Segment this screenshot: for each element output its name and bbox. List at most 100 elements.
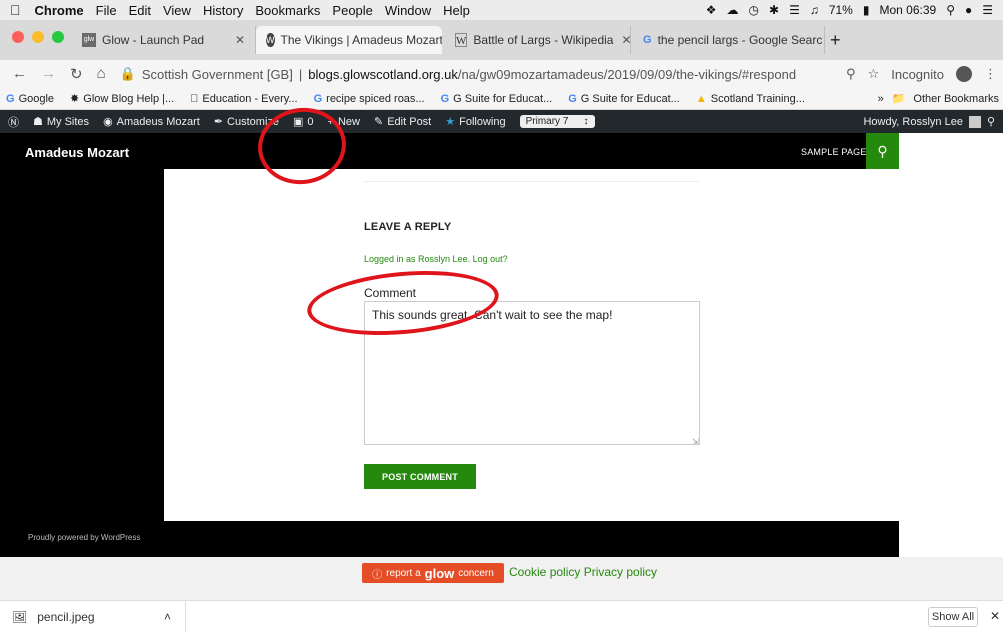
bluetooth-icon[interactable]: ✱ [769,3,779,17]
search-icon[interactable]: ⚲ [987,115,995,128]
bookmark-scotland-training[interactable]: ▲ Scotland Training... [696,93,805,105]
class-select[interactable]: Primary 7 ↕ [519,115,595,128]
resize-handle-icon[interactable]: ⇲ [692,437,699,446]
comments-menu[interactable]: ▣ 0 [293,115,314,129]
menu-people[interactable]: People [332,3,372,18]
menu-edit[interactable]: Edit [129,3,151,18]
siri-icon[interactable]: ● [965,3,972,17]
menu-window[interactable]: Window [385,3,431,18]
bookmark-star-icon[interactable]: ☆ [868,66,880,82]
bookmark-google[interactable]: G Google [6,93,54,105]
divider [364,181,699,182]
customize-menu[interactable]: ✒ Customize [213,115,279,129]
cloud-icon[interactable]: ☁ [727,3,739,17]
menu-history[interactable]: History [203,3,243,18]
report-concern-button[interactable]: ⓘ report a glow concern [362,563,504,583]
bookmark-gsuite-2[interactable]: GG Suite for Educat... [568,93,680,105]
avatar [968,115,981,128]
glow-help-icon: ✸ [70,93,80,105]
tab-close-icon[interactable]: ✕ [613,33,630,47]
app-menu-chrome[interactable]: Chrome [35,3,84,18]
site-search-button[interactable]: ⚲ [866,133,899,169]
post-comment-button[interactable]: POST COMMENT [364,464,476,489]
menu-help[interactable]: Help [443,3,470,18]
bookmark-gsuite-1[interactable]: GG Suite for Educat... [441,93,553,105]
minimize-window-button[interactable] [32,31,44,43]
tab-label: the pencil largs - Google Searc [657,33,823,47]
tab-glow-launch-pad[interactable]: glw Glow - Launch Pad ✕ [72,26,256,54]
menu-file[interactable]: File [96,3,117,18]
notification-center-icon[interactable]: ☰ [982,3,993,17]
glow-favicon-icon: glw [82,33,96,47]
following-menu[interactable]: ★ Following [445,115,505,129]
new-tab-plus-icon[interactable]: + [830,30,841,51]
tab-google-search[interactable]: G the pencil largs - Google Searc ✕ [633,26,825,54]
user-menu[interactable]: Howdy, Rosslyn Lee ⚲ [863,115,1003,128]
show-all-button[interactable]: Show All [928,607,978,627]
bookmark-glow-blog-help[interactable]: ✸ Glow Blog Help |... [70,92,174,106]
site-menu[interactable]: ◉ Amadeus Mozart [103,115,200,129]
policy-links[interactable]: Cookie policy Privacy policy [509,565,657,579]
other-bookmarks[interactable]: Other Bookmarks [913,93,999,105]
reload-icon[interactable]: ↻ [70,65,83,83]
volume-icon[interactable]: ♫ [810,3,819,17]
tab-label: Glow - Launch Pad [102,33,205,47]
download-filename: pencil.jpeg [37,609,95,624]
forward-arrow-icon[interactable]: → [41,65,56,83]
clock[interactable]: Mon 06:39 [879,3,936,17]
menu-bookmarks[interactable]: Bookmarks [255,3,320,18]
edit-post-menu[interactable]: ✎ Edit Post [374,115,431,129]
url-host: blogs.glowscotland.org.uk [308,66,458,82]
battery-icon[interactable]: ▮ [863,3,870,17]
time-machine-icon[interactable]: ◷ [749,3,759,17]
brush-icon: ✒ [213,116,224,128]
menu-view[interactable]: View [163,3,191,18]
sites-icon: ☗ [33,116,43,128]
zoom-window-button[interactable] [52,31,64,43]
leave-reply-heading: LEAVE A REPLY [364,221,452,233]
download-item[interactable]: 🖼 pencil.jpeg ˄ [0,601,186,632]
lock-icon: 🔒 [119,66,136,81]
powered-by-link[interactable]: Proudly powered by WordPress [28,533,140,542]
bookmark-recipe[interactable]: Grecipe spiced roas... [314,93,425,105]
wifi-icon[interactable]: ☰ [789,3,800,17]
tab-battle-of-largs[interactable]: W Battle of Largs - Wikipedia ✕ [445,26,631,54]
comment-label: Comment [364,286,417,300]
chrome-menu-icon[interactable]: ⋮ [984,66,997,82]
incognito-icon[interactable] [956,66,972,82]
site-page: Amadeus Mozart SAMPLE PAGE ⚲ LEAVE A REP… [0,133,899,557]
google-favicon-icon: G [643,34,652,46]
home-icon[interactable]: ⌂ [97,65,106,83]
tab-close-icon[interactable]: ✕ [822,33,824,47]
nav-sample-page[interactable]: SAMPLE PAGE [801,147,867,157]
tab-strip: glw Glow - Launch Pad ✕ W The Vikings | … [0,20,1003,60]
close-window-button[interactable] [12,31,24,43]
zoom-icon[interactable]: ⚲ [846,66,856,82]
site-title[interactable]: Amadeus Mozart [25,145,129,160]
tab-close-icon[interactable]: ✕ [227,33,245,47]
close-icon[interactable]: ✕ [990,609,1000,623]
chevron-up-icon[interactable]: ˄ [164,610,171,624]
downloads-bar: 🖼 pencil.jpeg ˄ Show All ✕ [0,600,1003,632]
comment-textarea[interactable] [364,301,700,445]
new-content-menu[interactable]: + New [328,116,360,128]
incognito-label[interactable]: Incognito [891,67,944,82]
omnibox[interactable]: 🔒 Scottish Government [GB] | blogs.glows… [120,66,796,82]
battery-percent[interactable]: 71% [829,3,853,17]
security-chip[interactable]: Scottish Government [GB] [142,67,293,82]
apple-menu-icon[interactable]:  [10,2,21,18]
spotlight-icon[interactable]: ⚲ [946,3,955,17]
bookmark-education[interactable]: Education - Every... [190,93,297,105]
dropbox-icon[interactable]: ❖ [706,3,717,17]
bookmarks-overflow-button[interactable]: » [878,93,884,105]
my-sites-menu[interactable]: ☗ My Sites [33,115,89,129]
comment-bubble-icon: ▣ [293,116,304,128]
url-separator: | [298,66,303,82]
google-icon: G [314,93,323,105]
back-arrow-icon[interactable]: ← [12,65,27,83]
wordpress-logo-icon[interactable]: Ⓝ [8,114,19,130]
logged-in-link[interactable]: Logged in as Rosslyn Lee. Log out? [364,254,508,264]
image-file-icon: 🖼 [12,609,28,624]
tab-the-vikings[interactable]: W The Vikings | Amadeus Mozart ✕ [256,26,442,54]
main-content: LEAVE A REPLY Logged in as Rosslyn Lee. … [164,169,899,521]
